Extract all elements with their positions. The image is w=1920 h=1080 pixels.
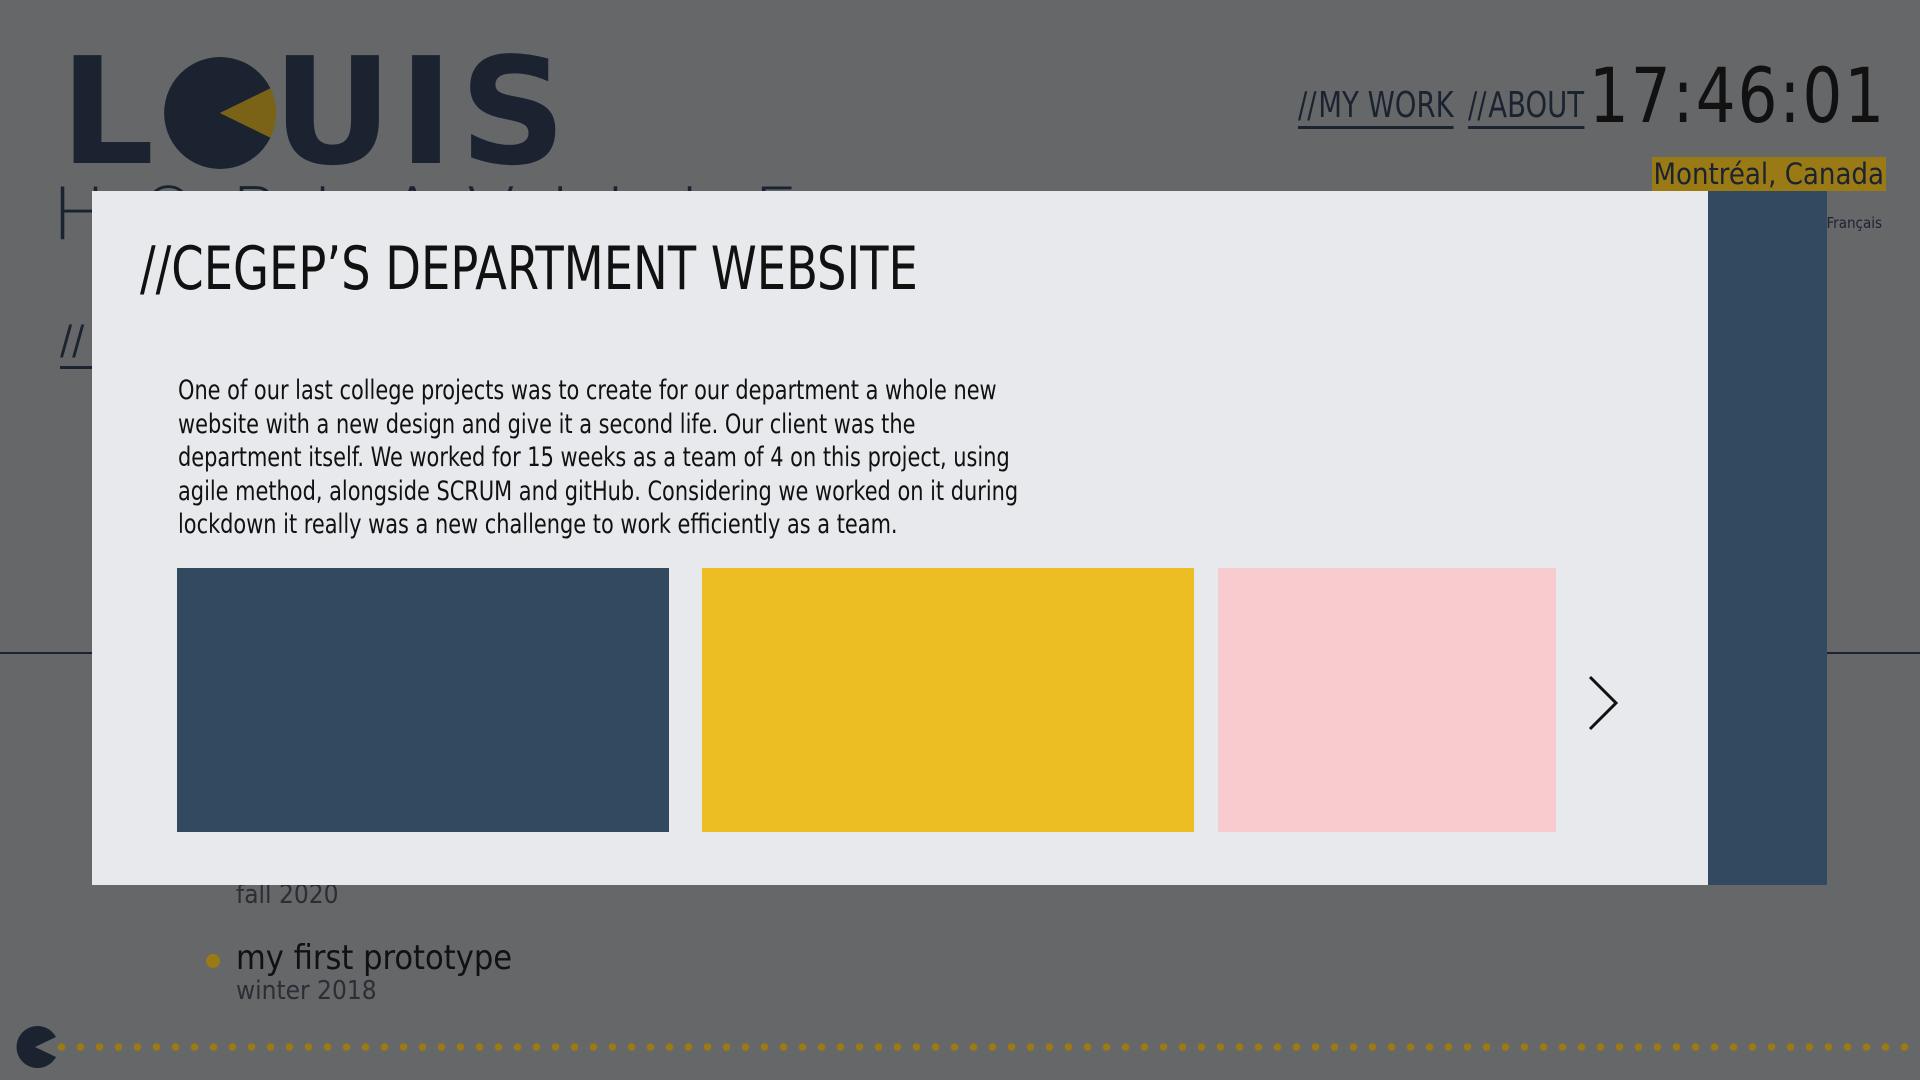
gallery-slide-1[interactable] [177,568,669,832]
gallery-slide-2[interactable] [702,568,1194,832]
modal-title: //CEGEP’S DEPARTMENT WEBSITE [140,234,918,304]
project-modal: //CEGEP’S DEPARTMENT WEBSITE One of our … [92,191,1708,885]
location-label: Montréal, Canada [1651,157,1886,191]
nav-about-link[interactable]: //ABOUT [1468,85,1585,129]
dotted-timeline [52,1043,1920,1051]
language-switch-link[interactable]: Français [1826,214,1882,232]
chevron-right-icon[interactable] [1582,671,1622,735]
project-bullet [206,954,220,968]
project-date: winter 2018 [236,976,377,1006]
modal-side-panel [1708,191,1827,885]
clock-time: 17:46:01 [1588,51,1886,140]
nav-about-label: ABOUT [1488,85,1585,126]
nav-my-work-link[interactable]: //MY WORK [1298,86,1454,129]
project-title[interactable]: my first prototype [236,938,512,978]
logo[interactable]: L UIS [60,38,572,186]
pacman-icon [16,1026,56,1068]
logo-pacman-icon [164,57,277,169]
divider-left [0,652,96,654]
divider-right [1820,652,1920,654]
nav-my-work-label: MY WORK [1318,85,1454,126]
gallery-slide-3[interactable] [1218,568,1556,832]
modal-description: One of our last college projects was to … [178,375,1019,540]
